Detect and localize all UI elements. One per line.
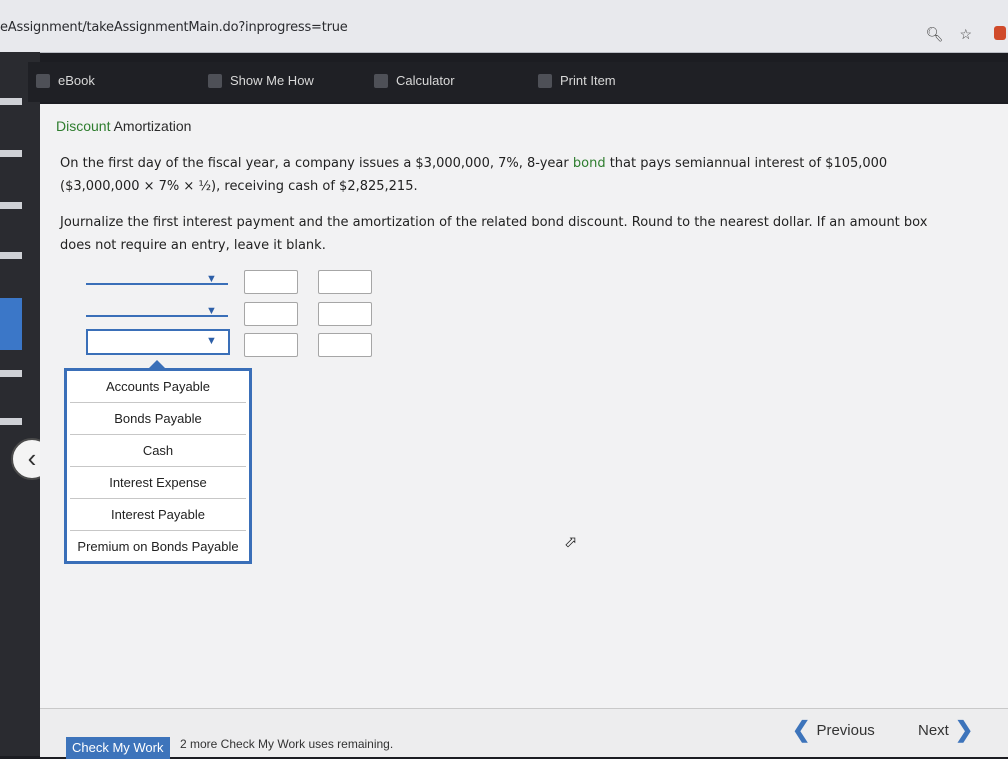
credit-input-3[interactable] <box>318 333 372 357</box>
show-me-how-button[interactable]: Show Me How <box>208 73 314 88</box>
debit-input-1[interactable] <box>244 270 298 294</box>
next-label: Next <box>918 721 949 739</box>
previous-button[interactable]: ❮ Previous <box>792 717 875 742</box>
ebook-label: eBook <box>58 73 95 88</box>
strip-active-mark <box>0 298 22 350</box>
strip-mark <box>0 150 22 157</box>
strip-mark <box>0 202 22 209</box>
chevron-right-icon: ❯ <box>954 717 974 742</box>
check-uses-remaining: 2 more Check My Work uses remaining. <box>180 737 394 751</box>
option-premium-on-bonds-payable[interactable]: Premium on Bonds Payable <box>70 531 246 562</box>
left-side-strip <box>0 52 40 756</box>
debit-input-3[interactable] <box>244 333 298 357</box>
assignment-toolbar: eBook Show Me How Calculator Print Item <box>28 62 1008 102</box>
option-cash[interactable]: Cash <box>70 435 246 467</box>
print-item-button[interactable]: Print Item <box>538 73 616 88</box>
option-interest-expense[interactable]: Interest Expense <box>70 467 246 499</box>
dropdown-caret-icon[interactable]: ▼ <box>206 335 217 347</box>
show-me-how-label: Show Me How <box>230 73 314 88</box>
previous-label: Previous <box>816 721 875 739</box>
print-icon <box>538 73 552 88</box>
journal-row-3: ▼ <box>86 329 386 357</box>
strip-mark <box>0 252 22 259</box>
option-accounts-payable[interactable]: Accounts Payable <box>70 371 246 403</box>
ebook-button[interactable]: eBook <box>36 73 95 88</box>
print-item-label: Print Item <box>560 73 616 88</box>
strip-mark <box>0 98 22 105</box>
option-interest-payable[interactable]: Interest Payable <box>70 499 246 531</box>
chevron-left-icon: ❮ <box>792 717 811 742</box>
zoom-icon[interactable]: 🔍︎ <box>926 26 944 42</box>
mouse-cursor-icon: ⬀ <box>564 534 578 551</box>
calculator-button[interactable]: Calculator <box>374 73 455 88</box>
star-icon[interactable]: ☆ <box>959 26 972 42</box>
extension-icon[interactable] <box>994 26 1006 40</box>
calculator-label: Calculator <box>396 73 455 88</box>
strip-mark <box>0 370 22 377</box>
problem-title: Discount Amortization <box>56 118 192 134</box>
url-text[interactable]: eAssignment/takeAssignmentMain.do?inprog… <box>0 20 348 35</box>
next-button[interactable]: Next ❯ <box>918 717 974 742</box>
credit-input-1[interactable] <box>318 270 372 294</box>
ebook-icon <box>36 73 50 88</box>
instructions: Journalize the first interest payment an… <box>60 215 928 253</box>
debit-input-2[interactable] <box>244 302 298 326</box>
credit-input-2[interactable] <box>318 302 372 326</box>
problem-panel: Discount Amortization On the first day o… <box>40 104 1008 708</box>
option-bonds-payable[interactable]: Bonds Payable <box>70 403 246 435</box>
dropdown-caret-icon[interactable]: ▼ <box>206 273 217 285</box>
strip-mark <box>0 418 22 425</box>
account-dropdown-list: Accounts Payable Bonds Payable Cash Inte… <box>64 360 252 564</box>
video-icon <box>208 73 222 88</box>
journal-row-2: ▼ <box>86 302 386 328</box>
journal-row-1: ▼ <box>86 270 386 296</box>
browser-address-bar[interactable]: eAssignment/takeAssignmentMain.do?inprog… <box>0 0 1008 53</box>
bond-glossary-link[interactable]: bond <box>573 156 606 171</box>
problem-statement: On the first day of the fiscal year, a c… <box>60 156 888 194</box>
footer-bar: Check My Work 2 more Check My Work uses … <box>40 708 1008 759</box>
dropdown-caret-icon[interactable]: ▼ <box>206 305 217 317</box>
calculator-icon <box>374 73 388 88</box>
